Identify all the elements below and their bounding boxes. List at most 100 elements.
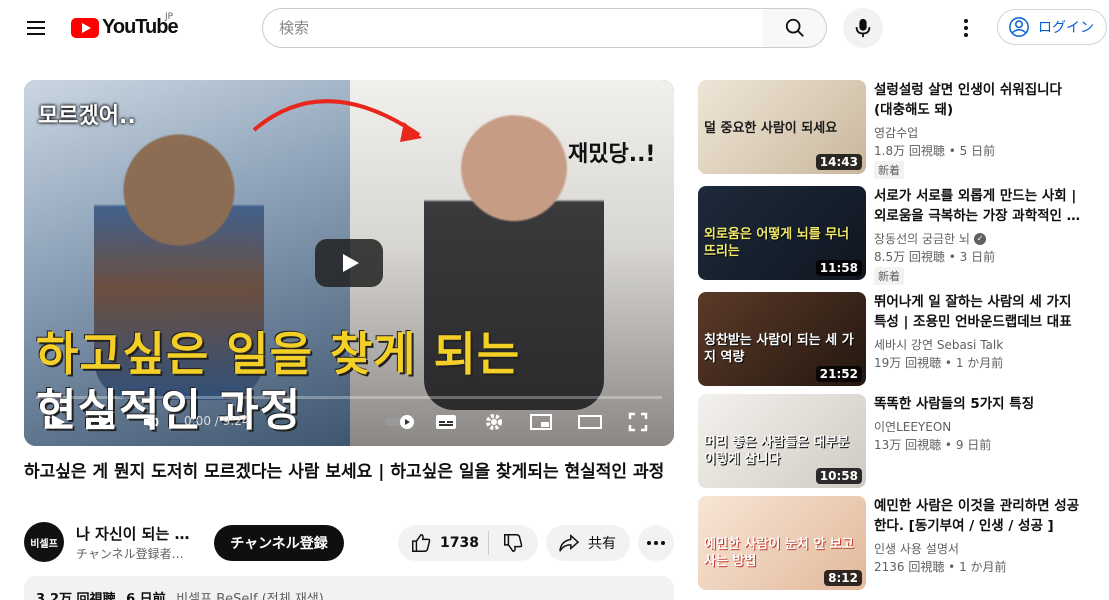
menu-icon[interactable]	[20, 12, 52, 44]
recommendation-meta: 1.8万 回視聴 • 5 日前	[874, 144, 996, 158]
login-label: ログイン	[1038, 20, 1094, 36]
recommendation-views: 19万 回視聴	[874, 356, 942, 370]
miniplayer-icon[interactable]	[529, 410, 553, 434]
thumbs-up-icon	[412, 534, 431, 552]
search-button[interactable]	[763, 8, 827, 48]
login-button[interactable]: ログイン	[997, 9, 1107, 45]
masthead: YouTube JP ログイン	[0, 0, 1109, 56]
view-count: 3.2万 回視聴	[36, 592, 116, 600]
channel-avatar[interactable]: 비셀프	[24, 522, 64, 562]
recommendation-title[interactable]: 서로가 서로를 외롭게 만드는 사회 | 외로움을 극복하는 가장 과학적인 …	[874, 186, 1084, 226]
recommendation-item[interactable]: 덜 중요한 사람이 되세요 14:43 설렁설렁 살면 인생이 쉬워집니다 (대충해…	[698, 80, 1098, 179]
recommendation-channel-row: 장동선의 궁금한 뇌 ✓	[874, 230, 1084, 247]
thumbnail-caption: 머리 좋은 사람들은 대부분 이렇게 삽니다	[704, 435, 850, 467]
recommendation-thumbnail[interactable]: 덜 중요한 사람이 되세요 14:43	[698, 80, 866, 174]
fullscreen-icon[interactable]	[626, 410, 650, 434]
thumbnail-caption: 덜 중요한 사람이 되세요	[704, 121, 838, 136]
recommendation-info: 예민한 사람은 이것을 관리하면 성공한다. [동기부여 / 인생 / 성공 ]…	[874, 496, 1084, 575]
subscribe-button[interactable]: チャンネル登録	[214, 525, 344, 561]
recommendation-info: 뛰어나게 일 잘하는 사람의 세 가지 특성 | 조용민 언바운드랩데브 대표 …	[874, 292, 1084, 371]
thumbnail-caption: 외로움은 어떻게 뇌를 무너뜨리는	[704, 227, 850, 259]
recommendation-channel[interactable]: 이연LEEYEON	[874, 418, 951, 435]
dislike-button[interactable]	[489, 525, 537, 561]
recommendation-views: 8.5万 回視聴	[874, 250, 945, 264]
more-actions-icon[interactable]	[638, 525, 674, 561]
player-controls: 0:00 / 9:24	[24, 402, 674, 442]
recommendation-item[interactable]: 머리 좋은 사람들은 대부분 이렇게 삽니다 10:58 똑똑한 사람들의 5가지 …	[698, 394, 1098, 488]
description-box[interactable]: 3.2万 回視聴 6 日前 비셀프 BeSelf (전체 재생)	[24, 576, 674, 600]
microphone-icon	[855, 18, 871, 38]
video-duration: 14:43	[815, 154, 862, 170]
recommendation-channel-row: 이연LEEYEON	[874, 418, 1084, 435]
play-icon[interactable]	[46, 410, 70, 434]
recommendation-meta: 2136 回視聴 • 1 か月前	[874, 560, 1007, 574]
video-duration: 10:58	[815, 468, 862, 484]
recommendation-channel-row: 세바시 강연 Sebasi Talk	[874, 336, 1084, 353]
thumbnail-caption: 예민한 사람이 눈치 안 보고 사는 방법	[704, 537, 854, 569]
recommendation-thumbnail[interactable]: 예민한 사람이 눈치 안 보고 사는 방법 8:12	[698, 496, 866, 590]
settings-more-icon[interactable]	[954, 16, 978, 40]
video-player[interactable]: 모르겠어.. 재밌당..! 하고싶은 일을 찾게 되는 현실적인 과정 0:00…	[24, 80, 674, 446]
recommendation-channel-row: 영감수업	[874, 124, 1084, 141]
recommendation-age: 9 日前	[955, 438, 992, 452]
recommendation-title[interactable]: 뛰어나게 일 잘하는 사람의 세 가지 특성 | 조용민 언바운드랩데브 대표 …	[874, 292, 1084, 332]
video-duration: 8:12	[824, 570, 862, 586]
like-dislike-group: 1738	[398, 525, 538, 561]
thumbnail-arrow-icon	[252, 99, 422, 142]
recommendation-title[interactable]: 예민한 사람은 이것을 관리하면 성공한다. [동기부여 / 인생 / 성공 ]	[874, 496, 1084, 536]
recommendation-views: 13万 回視聴	[874, 438, 942, 452]
time-display: 0:00 / 9:24	[184, 414, 250, 428]
verified-icon: ✓	[973, 232, 986, 245]
recommendation-thumbnail[interactable]: 머리 좋은 사람들은 대부분 이렇게 삽니다 10:58	[698, 394, 866, 488]
recommendation-info: 똑똑한 사람들의 5가지 특징 이연LEEYEON 13万 回視聴 • 9 日前	[874, 394, 1084, 453]
thumbs-down-icon	[504, 534, 523, 552]
recommendation-title[interactable]: 설렁설렁 살면 인생이 쉬워집니다 (대충해도 돼)	[874, 80, 1084, 120]
recommendation-meta: 19万 回視聴 • 1 か月前	[874, 356, 1004, 370]
like-count: 1738	[440, 535, 479, 551]
search-box	[262, 8, 764, 48]
recommendation-channel[interactable]: 세바시 강연 Sebasi Talk	[874, 336, 1003, 353]
recommendation-channel[interactable]: 인생 사용 설명서	[874, 540, 959, 557]
search-icon	[785, 18, 804, 37]
recommendation-age: 1 か月前	[959, 560, 1007, 574]
like-button[interactable]: 1738	[398, 525, 488, 561]
subtitles-icon[interactable]	[434, 410, 458, 434]
progress-bar[interactable]	[36, 396, 662, 399]
large-play-button[interactable]	[315, 239, 383, 287]
youtube-play-logo-icon	[71, 17, 99, 38]
recommendation-title[interactable]: 똑똑한 사람들의 5가지 특징	[874, 394, 1084, 414]
youtube-logo[interactable]: YouTube JP	[71, 12, 179, 39]
recommendation-thumbnail[interactable]: 칭찬받는 사람이 되는 세 가지 역량 21:52	[698, 292, 866, 386]
next-icon[interactable]	[94, 410, 118, 434]
thumbnail-text-right: 재밌당..!	[568, 142, 656, 167]
recommendation-channel[interactable]: 장동선의 궁금한 뇌	[874, 230, 970, 247]
subscriber-count: チャンネル登録者…	[76, 547, 184, 561]
volume-icon[interactable]	[141, 410, 165, 434]
recommendation-thumbnail[interactable]: 외로움은 어떻게 뇌를 무너뜨리는 11:58	[698, 186, 866, 280]
voice-search-button[interactable]	[843, 8, 883, 48]
recommendation-views: 2136 回視聴	[874, 560, 945, 574]
account-icon	[1009, 17, 1029, 37]
channel-name[interactable]: 나 자신이 되는 …	[76, 523, 196, 544]
recommendation-info: 설렁설렁 살면 인생이 쉬워집니다 (대충해도 돼) 영감수업 1.8万 回視聴 •…	[874, 80, 1084, 179]
video-duration: 21:52	[815, 366, 862, 382]
recommendation-age: 3 日前	[959, 250, 996, 264]
recommendation-channel[interactable]: 영감수업	[874, 124, 918, 141]
search-input[interactable]	[279, 19, 763, 37]
autoplay-toggle-icon[interactable]	[384, 410, 420, 434]
new-badge: 新着	[874, 161, 904, 179]
recommendation-item[interactable]: 칭찬받는 사람이 되는 세 가지 역량 21:52 뛰어나게 일 잘하는 사람의 세…	[698, 292, 1098, 386]
recommendation-age: 5 日前	[959, 144, 996, 158]
description-preview: 비셀프 BeSelf (전체 재생)	[176, 592, 324, 600]
share-button[interactable]: 共有	[546, 525, 630, 561]
settings-gear-icon[interactable]	[482, 410, 506, 434]
new-badge: 新着	[874, 267, 904, 285]
theater-mode-icon[interactable]	[578, 410, 602, 434]
share-label: 共有	[588, 536, 616, 552]
recommendation-channel-row: 인생 사용 설명서	[874, 540, 1084, 557]
thumbnail-text-left: 모르겠어..	[38, 104, 136, 129]
recommendation-item[interactable]: 예민한 사람이 눈치 안 보고 사는 방법 8:12 예민한 사람은 이것을 관리하…	[698, 496, 1098, 590]
recommendation-meta: 8.5万 回視聴 • 3 日前	[874, 250, 996, 264]
recommendation-item[interactable]: 외로움은 어떻게 뇌를 무너뜨리는 11:58 서로가 서로를 외롭게 만드는 사회…	[698, 186, 1098, 285]
region-code: JP	[165, 12, 174, 22]
